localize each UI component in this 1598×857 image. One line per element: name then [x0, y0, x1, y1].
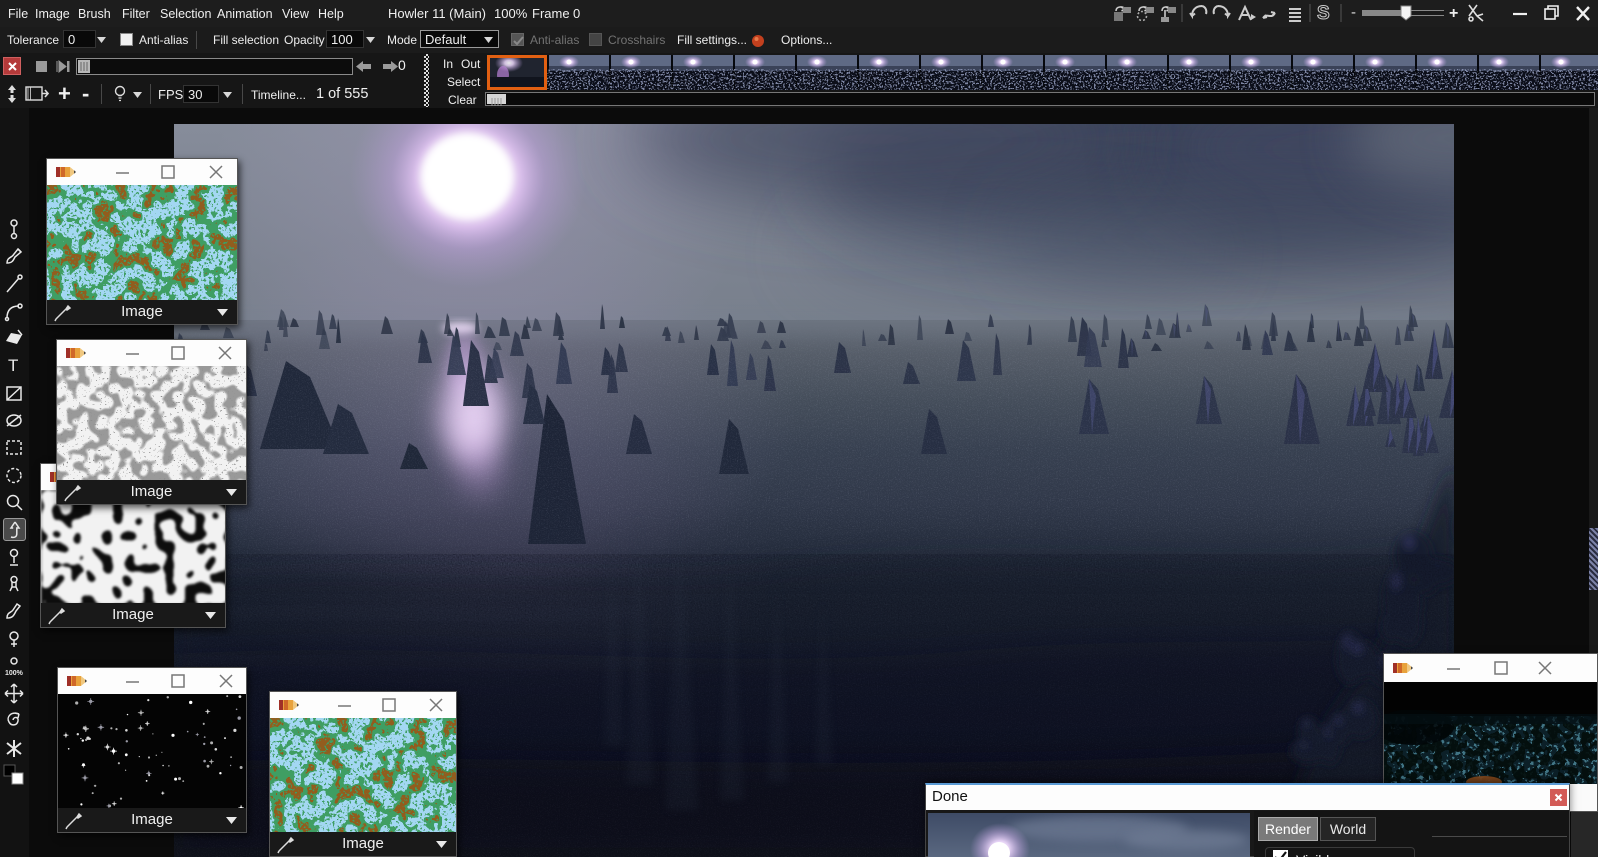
svg-text:T: T	[8, 356, 18, 375]
svg-text:100%: 100%	[5, 670, 24, 677]
svg-text:S: S	[1317, 3, 1330, 24]
svg-text:+: +	[1449, 5, 1458, 22]
svg-text:-: -	[1351, 4, 1356, 21]
